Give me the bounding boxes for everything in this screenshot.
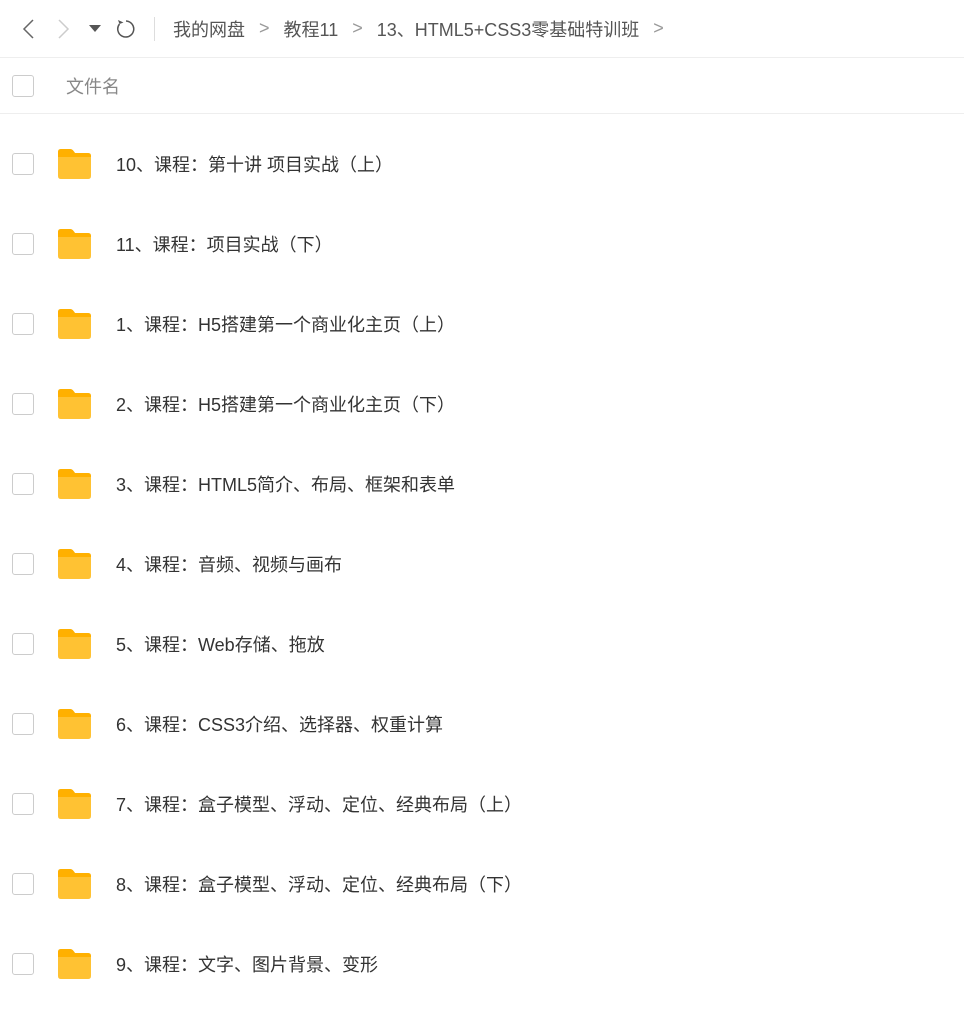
file-row[interactable]: 4、课程：音频、视频与画布: [0, 524, 964, 604]
breadcrumb-item[interactable]: 教程11: [284, 16, 339, 42]
select-all-checkbox[interactable]: [12, 75, 34, 97]
folder-icon: [56, 228, 92, 260]
file-name: 1、课程：H5搭建第一个商业化主页（上）: [116, 311, 455, 337]
folder-icon: [56, 148, 92, 180]
forward-button[interactable]: [46, 11, 82, 47]
file-name: 11、课程：项目实战（下）: [116, 231, 333, 257]
file-row[interactable]: 8、课程：盒子模型、浮动、定位、经典布局（下）: [0, 844, 964, 924]
folder-icon: [56, 868, 92, 900]
dropdown-button[interactable]: [82, 11, 108, 47]
row-checkbox[interactable]: [12, 313, 34, 335]
folder-icon: [56, 948, 92, 980]
breadcrumb-separator: >: [653, 18, 664, 39]
row-checkbox[interactable]: [12, 473, 34, 495]
file-row[interactable]: 9、课程：文字、图片背景、变形: [0, 924, 964, 1004]
toolbar-divider: [154, 17, 155, 41]
refresh-icon: [115, 18, 137, 40]
file-name: 6、课程：CSS3介绍、选择器、权重计算: [116, 711, 443, 737]
row-checkbox[interactable]: [12, 873, 34, 895]
file-name: 7、课程：盒子模型、浮动、定位、经典布局（上）: [116, 791, 522, 817]
file-name: 8、课程：盒子模型、浮动、定位、经典布局（下）: [116, 871, 522, 897]
file-name: 2、课程：H5搭建第一个商业化主页（下）: [116, 391, 455, 417]
breadcrumb-item[interactable]: 13、HTML5+CSS3零基础特训班: [377, 16, 640, 42]
folder-icon: [56, 468, 92, 500]
folder-icon: [56, 388, 92, 420]
file-row[interactable]: 5、课程：Web存储、拖放: [0, 604, 964, 684]
file-row[interactable]: 1、课程：H5搭建第一个商业化主页（上）: [0, 284, 964, 364]
row-checkbox[interactable]: [12, 233, 34, 255]
folder-icon: [56, 308, 92, 340]
filename-column-header[interactable]: 文件名: [66, 73, 120, 99]
file-name: 9、课程：文字、图片背景、变形: [116, 951, 378, 977]
row-checkbox[interactable]: [12, 713, 34, 735]
breadcrumb-separator: >: [259, 18, 270, 39]
row-checkbox[interactable]: [12, 633, 34, 655]
breadcrumb-separator: >: [352, 18, 363, 39]
file-row[interactable]: 2、课程：H5搭建第一个商业化主页（下）: [0, 364, 964, 444]
folder-icon: [56, 628, 92, 660]
caret-down-icon: [89, 25, 101, 33]
file-list: 10、课程：第十讲 项目实战（上） 11、课程：项目实战（下） 1、课程：H5搭…: [0, 114, 964, 1004]
file-row[interactable]: 11、课程：项目实战（下）: [0, 204, 964, 284]
file-name: 5、课程：Web存储、拖放: [116, 631, 325, 657]
folder-icon: [56, 708, 92, 740]
chevron-right-icon: [57, 18, 71, 40]
back-button[interactable]: [10, 11, 46, 47]
toolbar: 我的网盘 > 教程11 > 13、HTML5+CSS3零基础特训班 >: [0, 0, 964, 58]
breadcrumb-item[interactable]: 我的网盘: [173, 16, 245, 42]
folder-icon: [56, 788, 92, 820]
row-checkbox[interactable]: [12, 793, 34, 815]
file-row[interactable]: 7、课程：盒子模型、浮动、定位、经典布局（上）: [0, 764, 964, 844]
folder-icon: [56, 548, 92, 580]
file-row[interactable]: 6、课程：CSS3介绍、选择器、权重计算: [0, 684, 964, 764]
row-checkbox[interactable]: [12, 153, 34, 175]
refresh-button[interactable]: [108, 11, 144, 47]
chevron-left-icon: [21, 18, 35, 40]
file-name: 10、课程：第十讲 项目实战（上）: [116, 151, 393, 177]
row-checkbox[interactable]: [12, 393, 34, 415]
row-checkbox[interactable]: [12, 953, 34, 975]
file-row[interactable]: 3、课程：HTML5简介、布局、框架和表单: [0, 444, 964, 524]
column-header-row: 文件名: [0, 58, 964, 114]
file-name: 4、课程：音频、视频与画布: [116, 551, 342, 577]
file-row[interactable]: 10、课程：第十讲 项目实战（上）: [0, 124, 964, 204]
breadcrumb: 我的网盘 > 教程11 > 13、HTML5+CSS3零基础特训班 >: [173, 16, 678, 42]
file-name: 3、课程：HTML5简介、布局、框架和表单: [116, 471, 455, 497]
row-checkbox[interactable]: [12, 553, 34, 575]
